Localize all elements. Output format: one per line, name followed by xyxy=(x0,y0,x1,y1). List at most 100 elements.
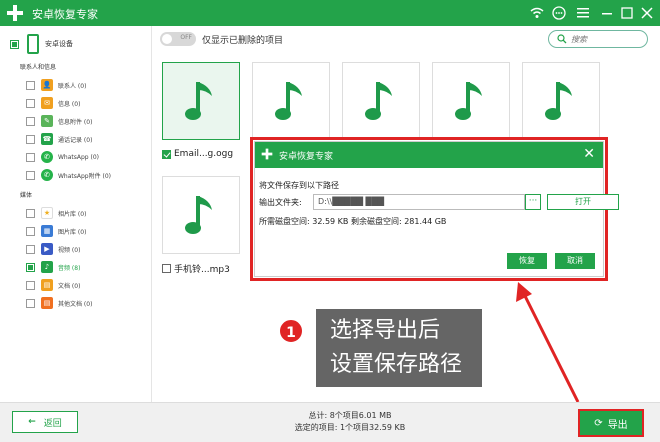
maximize-icon[interactable] xyxy=(618,4,636,22)
annotation-arrow xyxy=(516,282,580,403)
back-arrow-icon: ← xyxy=(28,417,36,427)
sidebar-item-label: WhatsApp附件 (0) xyxy=(58,172,112,180)
call-log-checkbox[interactable] xyxy=(26,134,35,144)
file-thumbnail[interactable] xyxy=(162,176,240,254)
open-button[interactable]: 打开 xyxy=(547,194,619,210)
chat-icon[interactable] xyxy=(550,4,568,22)
file-thumbnail[interactable] xyxy=(522,62,600,140)
music-note-icon xyxy=(275,82,302,120)
music-note-icon xyxy=(185,196,212,234)
export-button[interactable]: ⟳ 导出 xyxy=(578,409,644,437)
back-label: 返回 xyxy=(43,418,62,429)
file-checkbox[interactable] xyxy=(162,149,171,159)
sidebar-item-call-log[interactable]: ☎ 通话记录 (0) xyxy=(26,132,92,146)
gallery-checkbox[interactable] xyxy=(26,208,35,218)
annotation-line-2: 设置保存路径 xyxy=(330,352,463,377)
file-checkbox[interactable] xyxy=(162,264,171,273)
file-thumbnail[interactable] xyxy=(162,62,240,140)
minimize-icon[interactable] xyxy=(598,4,616,22)
search-box[interactable] xyxy=(548,30,648,48)
audio-checkbox[interactable] xyxy=(26,262,35,272)
selected-summary: 选定的项目: 1个项目32.59 KB xyxy=(294,423,406,432)
whatsapp-checkbox[interactable] xyxy=(26,152,35,162)
music-note-icon xyxy=(455,82,482,120)
audio-icon: ♪ xyxy=(41,261,53,273)
picture-library-checkbox[interactable] xyxy=(26,226,35,236)
browse-button[interactable]: ··· xyxy=(525,194,541,210)
bottom-bar: ← 返回 总计: 8个项目6.01 MB 选定的项目: 1个项目32.59 KB… xyxy=(0,402,660,442)
disk-space-info: 所需磁盘空间: 32.59 KB 剩余磁盘空间: 281.44 GB xyxy=(259,217,447,226)
dialog-header: 安卓恢复专家 ✕ xyxy=(255,142,603,168)
other-document-icon: ▤ xyxy=(41,297,53,309)
sidebar-item-label: 信息 (0) xyxy=(58,100,81,108)
sidebar-item-video[interactable]: ▶ 视频 (0) xyxy=(26,242,80,256)
file-thumbnail[interactable] xyxy=(252,62,330,140)
sidebar-item-label: 其他文档 (0) xyxy=(58,300,93,308)
sidebar-item-audio[interactable]: ♪ 音频 (8) xyxy=(26,260,80,274)
device-checkbox[interactable] xyxy=(10,39,19,49)
sidebar-item-other-documents[interactable]: ▤ 其他文档 (0) xyxy=(26,296,92,310)
messages-checkbox[interactable] xyxy=(26,98,35,108)
back-button[interactable]: ← 返回 xyxy=(12,411,78,433)
sidebar-item-label: 文档 (0) xyxy=(58,282,81,290)
sidebar-item-label: 通话记录 (0) xyxy=(58,136,93,144)
app-title: 安卓恢复专家 xyxy=(32,8,98,21)
music-note-icon xyxy=(185,82,212,120)
file-caption[interactable]: Email...g.ogg xyxy=(162,149,233,159)
video-checkbox[interactable] xyxy=(26,244,35,254)
search-input[interactable] xyxy=(571,34,641,44)
sidebar-item-label: 信息附件 (0) xyxy=(58,118,93,126)
only-deleted-toggle[interactable]: OFF xyxy=(160,32,196,46)
music-note-icon xyxy=(365,82,392,120)
sidebar-item-gallery[interactable]: ★ 相片库 (0) xyxy=(26,206,86,220)
whatsapp-icon: ✆ xyxy=(41,151,53,163)
file-thumbnail[interactable] xyxy=(342,62,420,140)
toggle-text: OFF xyxy=(180,34,192,41)
whatsapp-attachments-checkbox[interactable] xyxy=(26,170,35,180)
export-icon: ⟳ xyxy=(594,417,603,429)
sidebar-item-whatsapp-attachments[interactable]: ✆ WhatsApp附件 (0) xyxy=(26,168,111,182)
close-icon[interactable] xyxy=(638,4,656,22)
sidebar-item-contacts[interactable]: 👤 联系人 (0) xyxy=(26,78,86,92)
whatsapp-attachment-icon: ✆ xyxy=(41,169,53,181)
messages-icon: ✉ xyxy=(41,97,53,109)
sidebar-item-message-attachments[interactable]: ✎ 信息附件 (0) xyxy=(26,114,92,128)
sidebar-item-documents[interactable]: ▤ 文档 (0) xyxy=(26,278,80,292)
sidebar-item-label: 相片库 (0) xyxy=(58,210,87,218)
sidebar-item-android-device[interactable]: 安卓设备 xyxy=(10,31,73,57)
sidebar-item-messages[interactable]: ✉ 信息 (0) xyxy=(26,96,80,110)
app-logo-icon xyxy=(7,5,23,21)
export-label: 导出 xyxy=(607,419,628,431)
wifi-icon[interactable] xyxy=(528,4,546,22)
toggle-knob xyxy=(162,34,172,44)
sidebar-item-label: WhatsApp (0) xyxy=(58,153,100,161)
export-dialog: 安卓恢复专家 ✕ 将文件保存到以下路径 输出文件夹: D:\\█████ ███… xyxy=(254,141,619,277)
sidebar-item-label: 联系人 (0) xyxy=(58,82,87,90)
file-name: 手机铃...mp3 xyxy=(174,265,230,275)
message-attachments-checkbox[interactable] xyxy=(26,116,35,126)
recover-button[interactable]: 恢复 xyxy=(507,253,547,269)
output-path-field[interactable]: D:\\█████ ███ xyxy=(313,194,525,210)
file-caption[interactable]: 手机铃...mp3 xyxy=(162,262,230,275)
message-attachment-icon: ✎ xyxy=(41,115,53,127)
picture-library-icon: ▦ xyxy=(41,225,53,237)
menu-icon[interactable] xyxy=(574,4,592,22)
contacts-icon: 👤 xyxy=(41,79,53,91)
search-icon xyxy=(557,34,567,44)
annotation-line-1: 选择导出后 xyxy=(330,318,441,343)
contacts-checkbox[interactable] xyxy=(26,80,35,90)
phone-icon xyxy=(27,34,39,54)
only-deleted-label: 仅显示已删除的项目 xyxy=(202,36,284,46)
cancel-button[interactable]: 取消 xyxy=(555,253,595,269)
sidebar-item-picture-library[interactable]: ▦ 图片库 (0) xyxy=(26,224,86,238)
other-documents-checkbox[interactable] xyxy=(26,298,35,308)
sidebar-item-whatsapp[interactable]: ✆ WhatsApp (0) xyxy=(26,150,99,164)
dialog-logo-icon xyxy=(261,148,273,160)
file-thumbnail[interactable] xyxy=(432,62,510,140)
output-folder-row: 输出文件夹: D:\\█████ ███ ··· 打开 xyxy=(259,194,619,210)
sidebar-item-label: 图片库 (0) xyxy=(58,228,87,236)
output-folder-label: 输出文件夹: xyxy=(259,197,302,207)
selection-summary: 总计: 8个项目6.01 MB 选定的项目: 1个项目32.59 KB xyxy=(260,410,440,434)
dialog-close-icon[interactable]: ✕ xyxy=(583,146,595,162)
documents-checkbox[interactable] xyxy=(26,280,35,290)
